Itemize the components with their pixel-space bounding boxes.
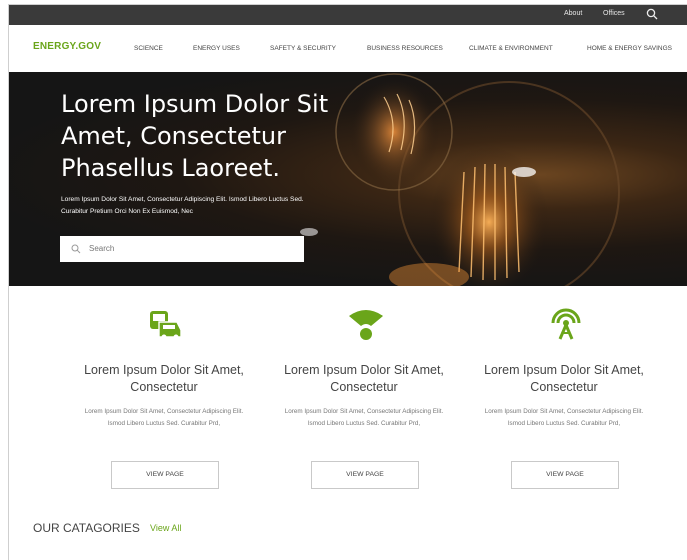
card-description: Lorem Ipsum Dolor Sit Amet, Consectetur … — [84, 408, 244, 427]
nav-item-home-energy-savings[interactable]: HOME & ENERGY SAVINGS — [587, 45, 672, 52]
page-frame: About Offices ENERGY.GOV SCIENCE ENERGY … — [8, 4, 687, 560]
nav-item-climate-environment[interactable]: CLIMATE & ENVIRONMENT — [469, 45, 553, 52]
offices-link[interactable]: Offices — [603, 10, 625, 17]
search-input[interactable]: Search — [89, 244, 114, 253]
card-description: Lorem Ipsum Dolor Sit Amet, Consectetur … — [484, 408, 644, 427]
hero-subtitle: Lorem Ipsum Dolor Sit Amet, Consectetur … — [61, 196, 304, 215]
hero-search-box[interactable]: Search — [60, 236, 304, 262]
categories-heading: OUR CATAGORIES — [33, 521, 140, 535]
wifi-signal-icon — [349, 310, 383, 340]
nav-item-business-resources[interactable]: BUSINESS RESOURCES — [367, 45, 443, 52]
main-navigation: ENERGY.GOV SCIENCE ENERGY USES SAFETY & … — [9, 25, 687, 73]
card-title: Lorem Ipsum Dolor Sit Amet, Consectetur — [484, 363, 644, 394]
site-logo[interactable]: ENERGY.GOV — [33, 41, 101, 52]
nav-item-safety-security[interactable]: SAFETY & SECURITY — [270, 45, 336, 52]
hero-banner: Lorem Ipsum Dolor Sit Amet, Consectetur … — [9, 72, 687, 286]
hero-title: Lorem Ipsum Dolor Sit Amet, Consectetur … — [61, 90, 329, 182]
nav-item-energy-uses[interactable]: ENERGY USES — [193, 45, 240, 52]
search-icon — [71, 244, 81, 254]
about-link[interactable]: About — [564, 10, 582, 17]
card-title: Lorem Ipsum Dolor Sit Amet, Consectetur — [284, 363, 444, 394]
top-utility-bar: About Offices — [9, 5, 687, 25]
view-page-button[interactable]: VIEW PAGE — [111, 461, 219, 489]
search-icon[interactable] — [646, 8, 658, 20]
antenna-icon — [551, 308, 581, 340]
view-all-link[interactable]: View All — [150, 523, 181, 533]
card-description: Lorem Ipsum Dolor Sit Amet, Consectetur … — [284, 408, 444, 427]
nav-item-science[interactable]: SCIENCE — [134, 45, 163, 52]
view-page-button[interactable]: VIEW PAGE — [311, 461, 419, 489]
car-bus-icon — [150, 311, 182, 340]
card-title: Lorem Ipsum Dolor Sit Amet, Consectetur — [84, 363, 244, 394]
view-page-button[interactable]: VIEW PAGE — [511, 461, 619, 489]
